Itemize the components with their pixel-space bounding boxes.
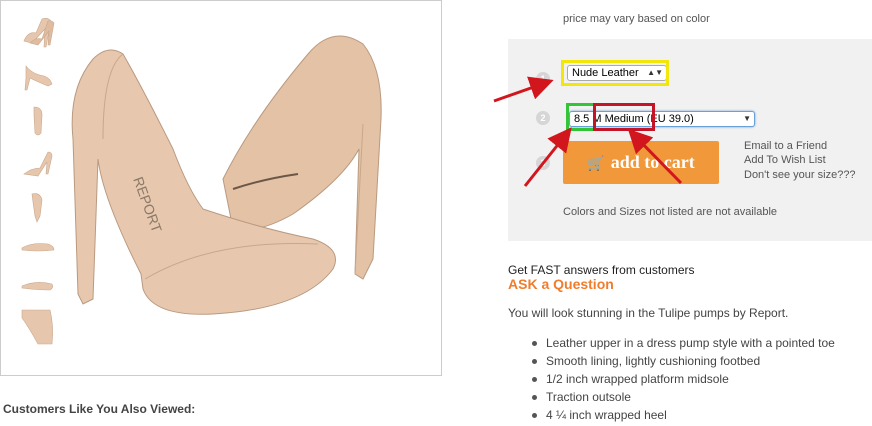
step-number-1: 1 <box>536 72 550 86</box>
step-number-2: 2 <box>536 111 550 125</box>
availability-note: Colors and Sizes not listed are not avai… <box>563 206 778 218</box>
thumbnail-3[interactable] <box>18 101 58 141</box>
size-help-link[interactable]: Don't see your size??? <box>744 169 856 181</box>
price-note: price may vary based on color <box>563 13 710 25</box>
cart-icon: 🛒 <box>587 156 605 172</box>
thumbnail-2[interactable] <box>18 56 58 96</box>
also-viewed-heading: Customers Like You Also Viewed: <box>3 402 196 416</box>
bullet-icon <box>532 413 537 418</box>
list-item: 4 ¼ inch wrapped heel <box>530 406 835 424</box>
email-friend-link[interactable]: Email to a Friend <box>744 140 827 152</box>
bullet-icon <box>532 341 537 346</box>
highlight-box-yellow <box>561 60 669 86</box>
highlight-box-red <box>593 103 655 131</box>
thumbnail-1[interactable] <box>18 11 58 51</box>
bullet-icon <box>532 395 537 400</box>
description-intro: You will look stunning in the Tulipe pum… <box>508 306 789 320</box>
list-item: Traction outsole <box>530 388 835 406</box>
thumbnail-5[interactable] <box>18 186 58 226</box>
chevron-down-icon: ▼ <box>743 114 751 123</box>
feature-list: Leather upper in a dress pump style with… <box>530 334 835 424</box>
thumbnail-4[interactable] <box>18 144 58 184</box>
thumbnail-6[interactable] <box>18 226 58 266</box>
shoe-image: REPORT <box>71 35 382 315</box>
wish-list-link[interactable]: Add To Wish List <box>744 154 826 166</box>
bullet-icon <box>532 359 537 364</box>
product-image-panel: REPORT <box>0 0 442 376</box>
list-item: 1/2 inch wrapped platform midsole <box>530 370 835 388</box>
thumbnail-7[interactable] <box>18 266 58 306</box>
add-to-cart-button[interactable]: 🛒 add to cart <box>563 141 719 184</box>
list-item: Leather upper in a dress pump style with… <box>530 334 835 352</box>
add-to-cart-label: add to cart <box>610 152 695 172</box>
bullet-icon <box>532 377 537 382</box>
step-number-3: 3 <box>536 156 550 170</box>
fast-answers-text: Get FAST answers from customers <box>508 263 695 277</box>
highlight-box-green <box>566 103 596 131</box>
ask-question-link[interactable]: ASK a Question <box>508 276 614 292</box>
list-item: Smooth lining, lightly cushioning footbe… <box>530 352 835 370</box>
thumbnail-8[interactable] <box>18 306 58 348</box>
